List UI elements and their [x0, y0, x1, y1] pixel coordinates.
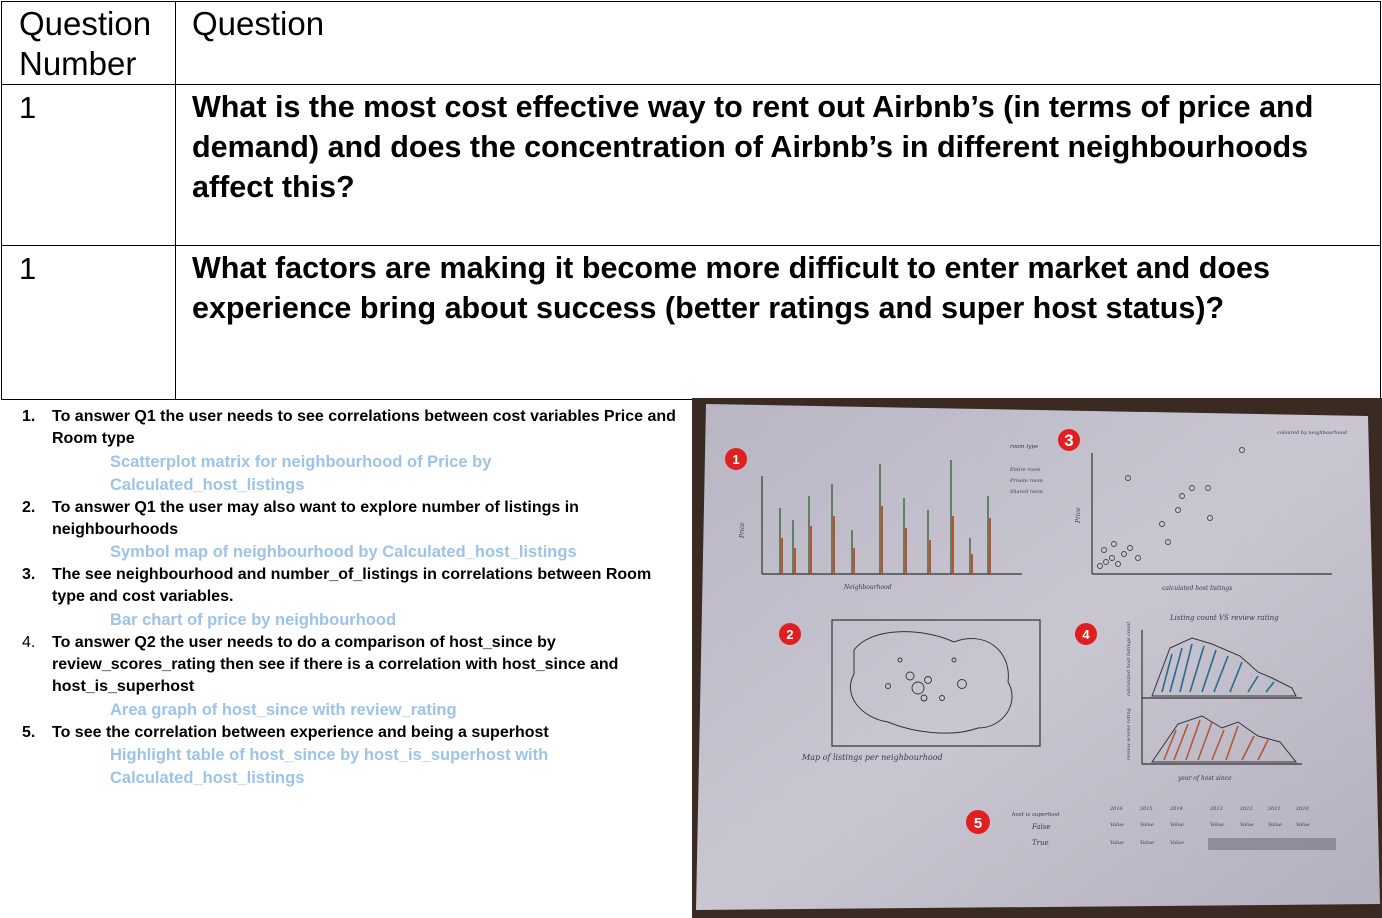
table-year: 2015	[1139, 806, 1153, 812]
number-cell: 1	[1, 245, 176, 400]
legend-item: Private room	[1009, 478, 1043, 484]
table-cell: Value	[1110, 840, 1124, 846]
task-visualization: Symbol map of neighbourhood by Calculate…	[110, 543, 577, 562]
scatter-x-label: calculated host listings	[1162, 585, 1232, 592]
table-cell: Value	[1240, 822, 1254, 828]
table-year: 2011	[1267, 806, 1281, 812]
map-caption: Map of listings per neighbourhood	[801, 753, 943, 762]
table-cell: Value	[1296, 822, 1310, 828]
table-row-header: host is superhost	[1012, 812, 1060, 818]
task-visualization: Bar chart of price by neighbourhood	[110, 610, 397, 629]
marker-1-label: 1	[732, 452, 739, 467]
bar-x-label: Neighbourhood	[843, 584, 892, 591]
questions-table: Question Number Question 1 What is the m…	[1, 1, 1381, 400]
task-text: To answer Q2 the user needs to do a comp…	[52, 633, 619, 696]
list-item: 2. To answer Q1 the user may also want t…	[0, 497, 688, 565]
area-title: Listing count VS review rating	[1169, 614, 1279, 622]
table-year: 2016	[1109, 806, 1124, 812]
task-list: 1. To answer Q1 the user needs to see co…	[0, 406, 688, 790]
legend-item: Shared room	[1010, 489, 1043, 495]
task-visualization: Highlight table of host_since by host_is…	[110, 745, 549, 787]
header-cell-number: Question Number	[1, 1, 176, 85]
task-text: The see neighbourhood and number_of_list…	[52, 566, 652, 606]
table-highlight-smudge	[1208, 838, 1336, 850]
header-question-number: Question Number	[19, 5, 152, 82]
area-y2-label: review scores rating	[1126, 708, 1132, 760]
table-year: 2010	[1295, 806, 1310, 812]
header-question: Question	[192, 5, 325, 42]
header-cell-question: Question	[175, 1, 1381, 85]
bar-y-label: Price	[739, 522, 746, 539]
question-number: 1	[19, 90, 37, 125]
area-x-label: year of host since	[1177, 775, 1232, 782]
scatter-y-label: Price	[1075, 507, 1082, 524]
table-header-row: Question Number Question	[1, 1, 1381, 85]
task-text: To answer Q1 the user needs to see corre…	[52, 408, 676, 448]
task-number: 1.	[22, 408, 36, 425]
table-cell: Value	[1110, 822, 1124, 828]
task-number: 2.	[22, 498, 36, 516]
table-cell: Value	[1140, 822, 1154, 828]
table-row-label: True	[1032, 839, 1049, 847]
task-visualization: Area graph of host_since with review_rat…	[110, 700, 457, 719]
task-text: To see the correlation between experienc…	[52, 723, 549, 741]
list-item: 5. To see the correlation between experi…	[0, 722, 688, 790]
table-row: 1 What factors are making it become more…	[1, 245, 1381, 400]
sketch-paper: Price Neighbourhood room type Entire roo…	[696, 404, 1380, 910]
table-year: 2014	[1169, 806, 1183, 812]
task-number: 5.	[22, 723, 36, 741]
task-text: To answer Q1 the user may also want to e…	[52, 498, 579, 538]
question-text: What is the most cost effective way to r…	[192, 90, 1314, 204]
question-number: 1	[19, 251, 37, 286]
marker-4-label: 4	[1082, 627, 1090, 642]
table-cell: Value	[1170, 840, 1184, 846]
area-y1-label: calculated host listings count	[1126, 621, 1132, 696]
list-item: 4. To answer Q2 the user needs to do a c…	[0, 632, 688, 722]
list-item: 1. To answer Q1 the user needs to see co…	[0, 406, 688, 497]
table-row: 1 What is the most cost effective way to…	[1, 84, 1381, 246]
legend-item: Entire room	[1009, 467, 1041, 473]
table-row-label: False	[1031, 823, 1051, 831]
sketch-photo: Price Neighbourhood room type Entire roo…	[692, 398, 1382, 918]
marker-5-label: 5	[974, 815, 982, 832]
table-cell: Value	[1268, 822, 1282, 828]
question-cell: What is the most cost effective way to r…	[175, 84, 1381, 246]
scatter-note: coloured by neighbourhood	[1277, 430, 1347, 436]
question-cell: What factors are making it become more d…	[175, 245, 1381, 400]
task-number: 3.	[22, 566, 36, 584]
legend-title: room type	[1010, 444, 1039, 450]
table-cell: Value	[1140, 840, 1154, 846]
table-year: 2012	[1239, 806, 1253, 812]
number-cell: 1	[1, 84, 176, 246]
table-cell: Value	[1210, 822, 1224, 828]
list-item: 3. The see neighbourhood and number_of_l…	[0, 564, 688, 632]
table-cell: Value	[1170, 822, 1184, 828]
marker-2-label: 2	[786, 627, 793, 642]
marker-3-label: 3	[1064, 431, 1073, 450]
task-number: 4.	[22, 633, 36, 651]
task-visualization: Scatterplot matrix for neighbourhood of …	[110, 452, 492, 494]
question-text: What factors are making it become more d…	[192, 251, 1270, 325]
table-year: 2013	[1209, 806, 1223, 812]
